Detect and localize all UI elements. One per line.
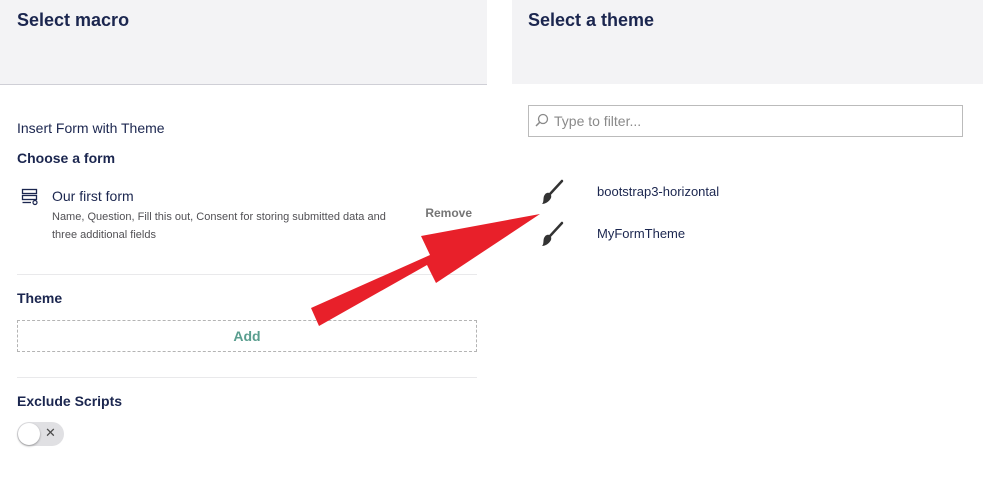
macro-name: Insert Form with Theme: [17, 120, 165, 136]
toggle-knob: [18, 423, 40, 445]
divider: [17, 274, 477, 275]
panel-title: Select macro: [17, 10, 130, 30]
select-theme-panel: Select a theme bootstrap3-horizontal MyF…: [512, 0, 983, 483]
panel-title: Select a theme: [528, 10, 655, 30]
add-theme-button[interactable]: Add: [17, 320, 477, 352]
form-name: Our first form: [52, 188, 134, 204]
exclude-scripts-label: Exclude Scripts: [17, 393, 123, 409]
filter-input[interactable]: [554, 106, 954, 136]
brush-icon: [542, 221, 564, 246]
theme-item-bootstrap3-horizontal[interactable]: bootstrap3-horizontal: [534, 178, 954, 208]
close-icon: ✕: [45, 425, 56, 440]
theme-filter[interactable]: [528, 105, 963, 137]
choose-form-label: Choose a form: [17, 150, 116, 166]
form-description: Name, Question, Fill this out, Consent f…: [52, 211, 386, 241]
divider: [17, 377, 477, 378]
remove-form-button[interactable]: Remove: [425, 206, 472, 220]
select-macro-header: Select macro: [0, 0, 487, 85]
exclude-scripts-toggle[interactable]: ✕: [17, 422, 64, 446]
selected-form-item[interactable]: Our first form Name, Question, Fill this…: [17, 184, 477, 254]
select-macro-panel: Select macro Insert Form with Theme Choo…: [0, 0, 487, 483]
select-theme-header: Select a theme: [512, 0, 983, 84]
search-icon: [535, 113, 549, 127]
form-icon: [21, 188, 38, 206]
theme-item-myformtheme[interactable]: MyFormTheme: [534, 220, 954, 250]
theme-label: bootstrap3-horizontal: [597, 184, 720, 199]
brush-icon: [542, 179, 564, 204]
theme-label: MyFormTheme: [597, 226, 686, 241]
theme-label: Theme: [17, 290, 63, 306]
